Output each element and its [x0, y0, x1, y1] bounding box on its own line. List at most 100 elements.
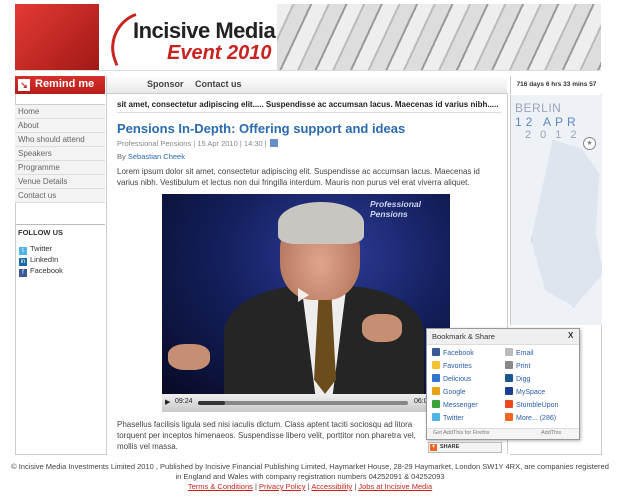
- bookmark-popup-title: Bookmark & Share: [432, 332, 495, 341]
- video-current-time: 09:24: [175, 398, 193, 405]
- nav-item-venue-details[interactable]: Venue Details: [15, 175, 105, 189]
- nav-item-home[interactable]: Home: [15, 105, 105, 119]
- article-title[interactable]: Pensions In-Depth: Offering support and …: [117, 121, 405, 136]
- bookmark-facebook-label: Facebook: [443, 350, 474, 357]
- bookmark-favorites-label: Favorites: [443, 363, 472, 370]
- get-addthis-link[interactable]: Get AddThis for Firefox: [433, 430, 490, 436]
- nav-item-contact-us[interactable]: Contact us: [15, 189, 105, 203]
- bookmark-stumbleupon-label: StumbleUpon: [516, 402, 559, 409]
- bookmark-google-label: Google: [443, 389, 466, 396]
- delicious-icon: [432, 374, 440, 382]
- video-controls: ▶ 09:24 06:06 ◂: [162, 394, 450, 412]
- arrow-icon: ↘: [18, 79, 30, 91]
- bookmark-print-link[interactable]: Print: [505, 361, 530, 374]
- follow-us-section: FOLLOW US t Twitter in LinkedIn f Facebook: [15, 224, 105, 277]
- bookmark-stumbleupon-link[interactable]: StumbleUpon: [505, 400, 558, 413]
- video-speaker-hand-right: [362, 314, 402, 342]
- bookmark-print-label: Print: [516, 363, 531, 370]
- email-icon: [505, 348, 513, 356]
- remind-me-button[interactable]: ↘ Remind me: [15, 76, 105, 94]
- footer-link-terms[interactable]: Terms & Conditions: [188, 482, 253, 491]
- play-pause-icon[interactable]: ▶: [165, 398, 170, 406]
- favorites-icon: [432, 361, 440, 369]
- bookmark-more-link[interactable]: More... (286): [505, 413, 556, 426]
- more-icon: [505, 413, 513, 421]
- page-footer: © Incisive Media Investments Limited 201…: [10, 462, 610, 492]
- bookmark-twitter-link[interactable]: Twitter: [432, 413, 464, 426]
- bookmark-myspace-link[interactable]: MySpace: [505, 387, 545, 400]
- footer-links: Terms & Conditions | Privacy Policy | Ac…: [187, 482, 433, 491]
- myspace-icon: [505, 387, 513, 395]
- addthis-brand-link[interactable]: AddThis: [541, 430, 561, 436]
- facebook-icon: [432, 348, 440, 356]
- map-year-label: 2012: [525, 129, 586, 141]
- article-byline: By Sebastian Cheek: [117, 152, 185, 161]
- bookmark-twitter-label: Twitter: [443, 415, 464, 422]
- venue-map-banner[interactable]: BERLIN 12 APR 2012 ★: [510, 95, 602, 325]
- author-link[interactable]: Sebastian Cheek: [128, 152, 185, 161]
- bookmark-share-popup: Bookmark & Share X Get AddThis for Firef…: [426, 328, 580, 440]
- footer-link-privacy[interactable]: Privacy Policy: [259, 482, 306, 491]
- article-meta: Professional Pensions | 15 Apr 2010 | 14…: [117, 139, 278, 148]
- print-icon: [505, 361, 513, 369]
- top-navigation: Sponsor Contact us: [107, 76, 507, 94]
- footer-copyright: © Incisive Media Investments Limited 201…: [11, 462, 609, 481]
- bookmark-email-link[interactable]: Email: [505, 348, 534, 361]
- footer-link-jobs[interactable]: Jobs at Incisive Media: [358, 482, 432, 491]
- news-ticker[interactable]: sit amet, consectetur adipiscing elit...…: [117, 100, 501, 113]
- germany-map-shape: [531, 140, 602, 307]
- follow-us-title: FOLLOW US: [18, 228, 63, 237]
- nav-item-programme[interactable]: Programme: [15, 161, 105, 175]
- remind-me-label: Remind me: [35, 78, 95, 90]
- video-progress-track[interactable]: [198, 401, 408, 405]
- bookmark-myspace-label: MySpace: [516, 389, 546, 396]
- video-watermark: Professional Pensions: [370, 199, 422, 219]
- event-countdown: 716 days 6 hrs 33 mins 57 sec: [510, 76, 602, 106]
- bookmark-popup-footer: Get AddThis for Firefox AddThis: [427, 428, 579, 439]
- nav-item-who-should-attend[interactable]: Who should attend: [15, 133, 105, 147]
- bookmark-facebook-link[interactable]: Facebook: [432, 348, 474, 361]
- topnav-sponsor-link[interactable]: Sponsor: [147, 79, 184, 89]
- video-player[interactable]: Professional Pensions ▶ 09:24 06:06 ◂: [162, 194, 450, 412]
- video-speaker-hair: [278, 202, 364, 244]
- nav-item-speakers[interactable]: Speakers: [15, 147, 105, 161]
- follow-facebook-label: Facebook: [30, 266, 63, 275]
- follow-linkedin-link[interactable]: in LinkedIn: [15, 254, 105, 266]
- bookmark-delicious-label: Delicious: [443, 376, 472, 383]
- article-paragraph-1: Lorem ipsum dolor sit amet, consectetur …: [117, 167, 480, 187]
- bookmark-messenger-label: Messenger: [443, 402, 478, 409]
- close-icon[interactable]: X: [568, 331, 573, 340]
- bookmark-favorites-link[interactable]: Favorites: [432, 361, 472, 374]
- topnav-contact-link[interactable]: Contact us: [195, 79, 242, 89]
- follow-twitter-link[interactable]: t Twitter: [15, 243, 105, 255]
- messenger-icon: [432, 400, 440, 408]
- nav-item-about[interactable]: About: [15, 119, 105, 133]
- bookmark-delicious-link[interactable]: Delicious: [432, 374, 471, 387]
- share-button[interactable]: + SHARE: [428, 442, 502, 453]
- byline-prefix: By: [117, 152, 126, 161]
- share-button-label: SHARE: [440, 444, 460, 450]
- footer-link-accessibility[interactable]: Accessibility: [311, 482, 352, 491]
- facebook-icon: f: [19, 269, 27, 277]
- digg-icon: [505, 374, 513, 382]
- star-icon: ★: [583, 137, 596, 150]
- header-maze-image: [277, 4, 601, 70]
- comment-icon[interactable]: [269, 139, 278, 147]
- stumbleupon-icon: [505, 400, 513, 408]
- site-header: Incisive Media Event 2010: [15, 4, 601, 71]
- follow-facebook-link[interactable]: f Facebook: [15, 265, 105, 277]
- video-progress-fill: [198, 401, 226, 405]
- bookmark-google-link[interactable]: Google: [432, 387, 466, 400]
- video-speaker-hand-left: [168, 344, 210, 370]
- bookmark-email-label: Email: [516, 350, 534, 357]
- bookmark-more-label: More... (286): [516, 415, 557, 422]
- twitter-icon: [432, 413, 440, 421]
- bookmark-digg-label: Digg: [516, 376, 531, 383]
- article-meta-text: Professional Pensions | 15 Apr 2010 | 14…: [117, 139, 267, 148]
- follow-twitter-label: Twitter: [30, 244, 53, 253]
- bookmark-digg-link[interactable]: Digg: [505, 374, 530, 387]
- bookmark-messenger-link[interactable]: Messenger: [432, 400, 478, 413]
- map-city-label: BERLIN: [515, 101, 562, 115]
- play-icon[interactable]: [298, 288, 309, 302]
- follow-linkedin-label: LinkedIn: [30, 255, 59, 264]
